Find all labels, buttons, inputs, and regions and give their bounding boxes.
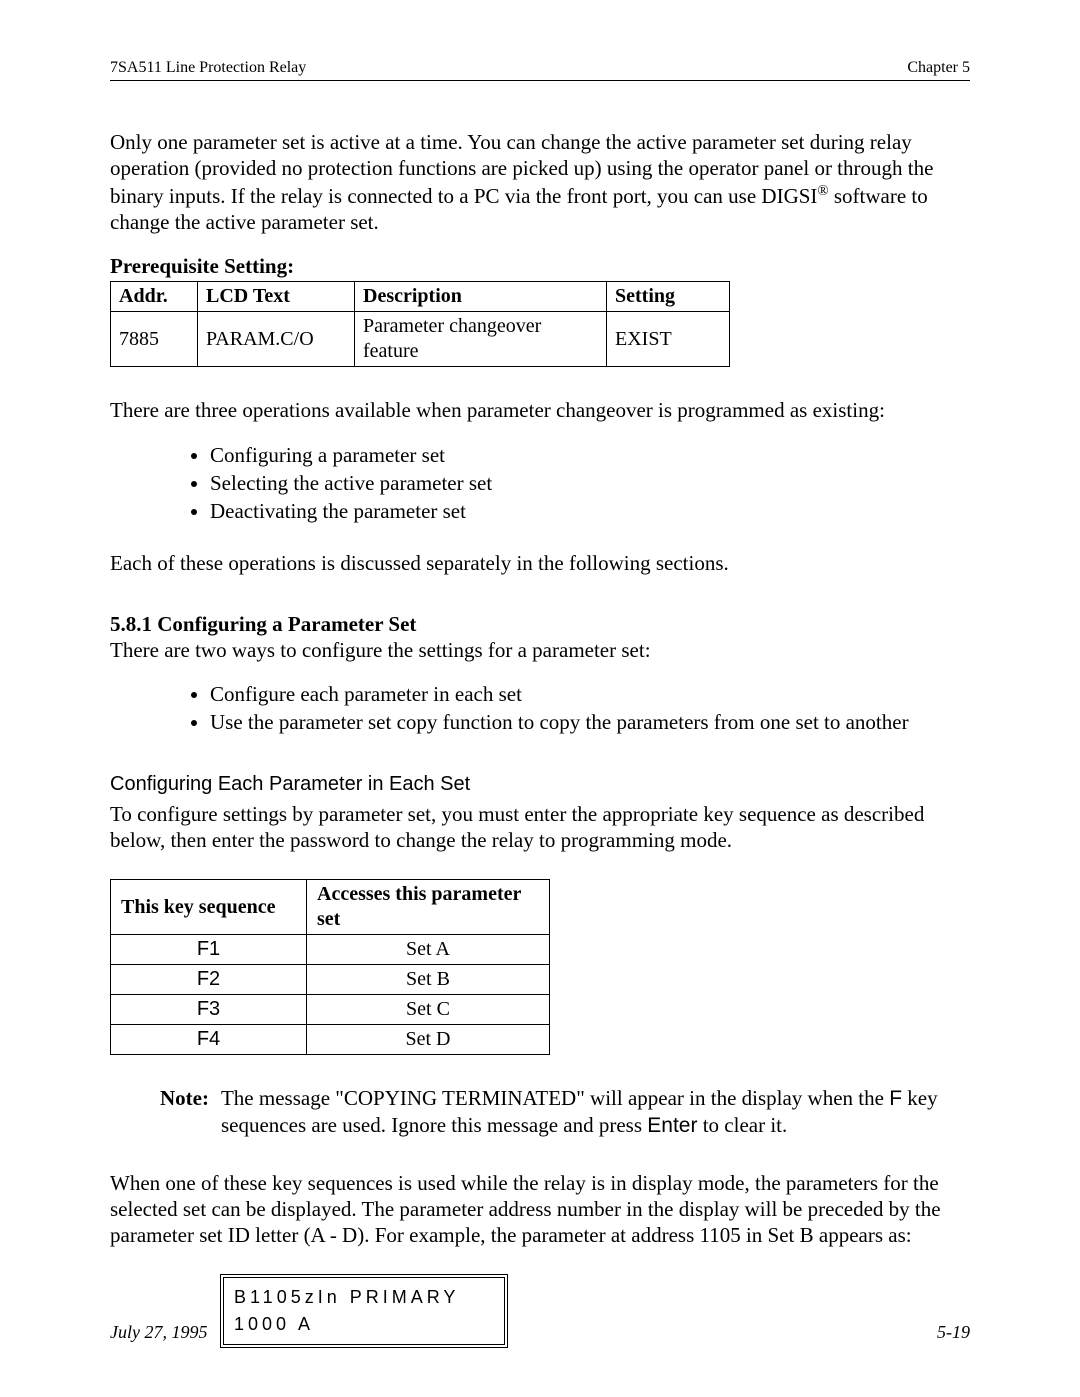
cell-key: F2 bbox=[111, 965, 307, 995]
table-row: F3 Set C bbox=[111, 995, 550, 1025]
cell-set: Set B bbox=[307, 965, 550, 995]
cell-description: Parameter changeover feature bbox=[355, 312, 607, 367]
section-5-8-1-heading: 5.8.1 Configuring a Parameter Set bbox=[110, 611, 970, 637]
list-item: Deactivating the parameter set bbox=[210, 498, 970, 524]
cell-key: F4 bbox=[111, 1025, 307, 1055]
col-description: Description bbox=[355, 282, 607, 312]
note-body: The message "COPYING TERMINATED" will ap… bbox=[221, 1085, 970, 1140]
lcd-line-1: B1105zIn PRIMARY bbox=[234, 1284, 494, 1311]
prerequisite-table: Addr. LCD Text Description Setting 7885 … bbox=[110, 281, 730, 367]
table-row: F2 Set B bbox=[111, 965, 550, 995]
col-setting: Setting bbox=[607, 282, 730, 312]
note-text-1: The message "COPYING TERMINATED" will ap… bbox=[221, 1086, 889, 1110]
page-footer: July 27, 1995 5-19 bbox=[110, 1321, 970, 1344]
subsection-intro: To configure settings by parameter set, … bbox=[110, 801, 970, 854]
note-text-3: to clear it. bbox=[697, 1113, 787, 1137]
footer-page-number: 5-19 bbox=[937, 1321, 970, 1344]
header-left: 7SA511 Line Protection Relay bbox=[110, 58, 306, 78]
cell-set: Set D bbox=[307, 1025, 550, 1055]
cell-set: Set C bbox=[307, 995, 550, 1025]
page-header: 7SA511 Line Protection Relay Chapter 5 bbox=[110, 58, 970, 81]
intro-text: Only one parameter set is active at a ti… bbox=[110, 130, 933, 208]
operations-list: Configuring a parameter set Selecting th… bbox=[110, 442, 970, 525]
ops-intro: There are three operations available whe… bbox=[110, 397, 970, 423]
list-item: Use the parameter set copy function to c… bbox=[210, 709, 970, 735]
key-enter: Enter bbox=[647, 1114, 697, 1137]
col-lcd-text: LCD Text bbox=[198, 282, 355, 312]
cell-key: F1 bbox=[111, 935, 307, 965]
list-item: Selecting the active parameter set bbox=[210, 470, 970, 496]
cell-key: F3 bbox=[111, 995, 307, 1025]
cell-setting: EXIST bbox=[607, 312, 730, 367]
display-mode-paragraph: When one of these key sequences is used … bbox=[110, 1170, 970, 1249]
list-item: Configuring a parameter set bbox=[210, 442, 970, 468]
col-parameter-set: Accesses this parameter set bbox=[307, 880, 550, 935]
section-5-8-1-intro: There are two ways to configure the sett… bbox=[110, 637, 970, 663]
prerequisite-label: Prerequisite Setting: bbox=[110, 253, 970, 279]
registered-icon: ® bbox=[817, 183, 828, 199]
key-f: F bbox=[889, 1087, 902, 1110]
page: 7SA511 Line Protection Relay Chapter 5 O… bbox=[0, 0, 1080, 1397]
list-item: Configure each parameter in each set bbox=[210, 681, 970, 707]
note-label: Note: bbox=[160, 1085, 209, 1140]
footer-date: July 27, 1995 bbox=[110, 1321, 207, 1344]
table-row: F1 Set A bbox=[111, 935, 550, 965]
header-right: Chapter 5 bbox=[907, 58, 970, 78]
ops-outro: Each of these operations is discussed se… bbox=[110, 550, 970, 576]
subsection-heading: Configuring Each Parameter in Each Set bbox=[110, 772, 970, 797]
config-methods-list: Configure each parameter in each set Use… bbox=[110, 681, 970, 736]
col-addr: Addr. bbox=[111, 282, 198, 312]
table-row: F4 Set D bbox=[111, 1025, 550, 1055]
note-block: Note: The message "COPYING TERMINATED" w… bbox=[160, 1085, 970, 1140]
intro-paragraph: Only one parameter set is active at a ti… bbox=[110, 129, 970, 235]
cell-lcd-text: PARAM.C/O bbox=[198, 312, 355, 367]
key-sequence-table: This key sequence Accesses this paramete… bbox=[110, 879, 550, 1055]
cell-set: Set A bbox=[307, 935, 550, 965]
table-row: 7885 PARAM.C/O Parameter changeover feat… bbox=[111, 312, 730, 367]
cell-addr: 7885 bbox=[111, 312, 198, 367]
col-key-sequence: This key sequence bbox=[111, 880, 307, 935]
table-header-row: This key sequence Accesses this paramete… bbox=[111, 880, 550, 935]
table-header-row: Addr. LCD Text Description Setting bbox=[111, 282, 730, 312]
